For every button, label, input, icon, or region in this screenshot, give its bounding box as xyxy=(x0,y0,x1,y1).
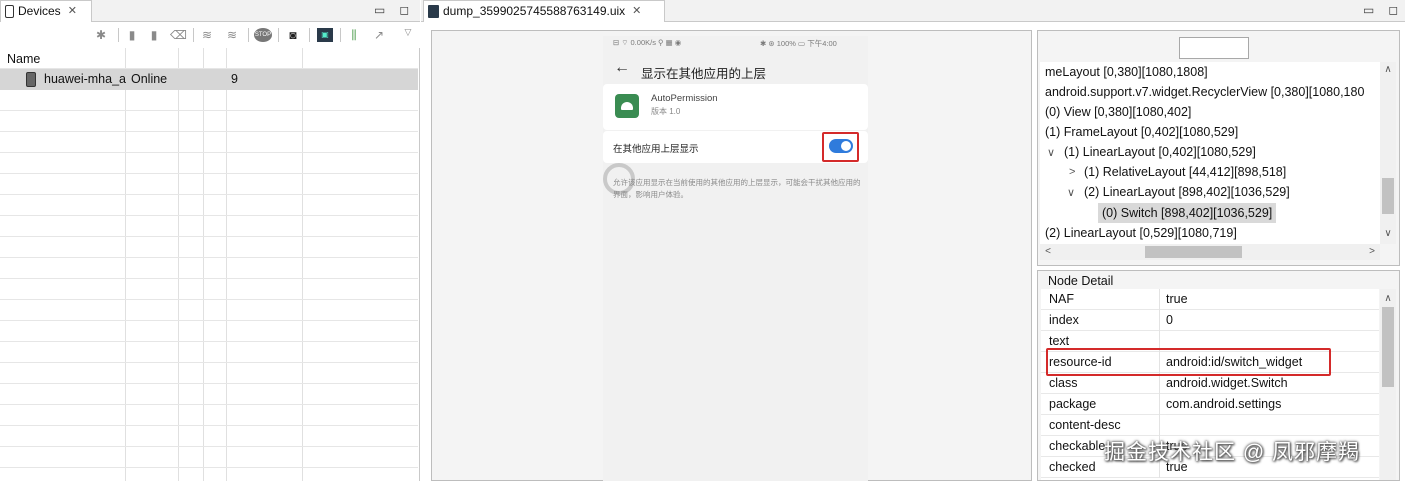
chevron-right-icon[interactable]: > xyxy=(1069,166,1075,178)
detail-key: checkable xyxy=(1049,439,1106,453)
detail-key: index xyxy=(1049,313,1079,327)
dump-view-hierarchy-icon[interactable]: ▣ xyxy=(317,28,333,42)
tree-node-selected[interactable]: (0) Switch [898,402][1036,529] xyxy=(1098,203,1277,223)
h-scroll-thumb[interactable] xyxy=(1145,246,1242,258)
devices-window-buttons: ▭ ◻ xyxy=(374,3,409,17)
device-name: huawei-mha_a xyxy=(44,72,126,86)
table-row[interactable]: class android.widget.Switch xyxy=(1041,373,1379,394)
table-row[interactable]: content-desc xyxy=(1041,415,1379,436)
heap-icon[interactable]: ▮ xyxy=(124,28,140,42)
table-row[interactable]: NAF true xyxy=(1041,289,1379,310)
scroll-thumb[interactable] xyxy=(1382,178,1394,214)
stop-process-icon[interactable]: STOP xyxy=(254,28,272,42)
detail-key: checked xyxy=(1049,460,1096,474)
view-menu-icon[interactable]: ▽ xyxy=(400,25,416,39)
devices-tab-icon xyxy=(5,5,14,18)
status-left: ⊟ ⌔ 0.00K/s ⚲ ▦ ◉ xyxy=(613,38,682,47)
status-right: ✱ ⊛ 100% ▭ 下午4:00 xyxy=(760,39,837,48)
detail-value: android.widget.Switch xyxy=(1166,376,1288,390)
watermark: 掘金技术社区 @ 凤邪摩羯 xyxy=(1104,441,1360,464)
dump-tab-label: dump_3599025745588763149.uix xyxy=(443,4,626,18)
dump-window-buttons: ▭ ◻ xyxy=(1363,3,1398,17)
column-header-name[interactable]: Name xyxy=(7,52,40,66)
minimize-icon[interactable]: ▭ xyxy=(374,3,385,17)
gc-icon[interactable]: ⌫ xyxy=(170,28,187,42)
close-icon[interactable]: ✕ xyxy=(68,4,77,17)
app-card: AutoPermission 版本 1.0 xyxy=(603,84,868,130)
scroll-down-icon[interactable]: ∨ xyxy=(1380,228,1396,239)
option-card: 在其他应用上层显示 xyxy=(603,131,868,163)
tree-node[interactable]: android.support.v7.widget.RecyclerView [… xyxy=(1045,82,1364,102)
devices-tab-label: Devices xyxy=(18,4,61,18)
phone-icon xyxy=(26,72,36,87)
device-status: Online xyxy=(131,72,168,86)
scroll-left-icon[interactable]: < xyxy=(1040,246,1056,257)
node-detail-title: Node Detail xyxy=(1048,274,1114,288)
option-label: 在其他应用上层显示 xyxy=(613,144,699,155)
dump-tab-icon xyxy=(428,5,439,18)
scroll-right-icon[interactable]: > xyxy=(1364,246,1380,257)
detail-key: package xyxy=(1049,397,1097,411)
detail-key: text xyxy=(1049,334,1070,348)
scroll-thumb[interactable] xyxy=(1382,307,1394,387)
dump-hprof-icon[interactable]: ▮ xyxy=(146,28,162,42)
tree-node[interactable]: (2) LinearLayout [0,529][1080,719] xyxy=(1045,223,1237,243)
opengl-trace-icon[interactable]: ↗ xyxy=(371,28,387,42)
screen-capture-icon[interactable]: ◙ xyxy=(285,28,301,42)
chevron-down-icon[interactable]: ∨ xyxy=(1067,186,1075,199)
minimize-icon[interactable]: ▭ xyxy=(1363,3,1374,17)
app-name: AutoPermission xyxy=(651,93,718,104)
method-profiling-icon[interactable]: ≋ xyxy=(224,28,240,42)
threads-icon[interactable]: ≋ xyxy=(199,28,215,42)
detail-key: content-desc xyxy=(1049,418,1121,432)
back-arrow-icon[interactable]: ← xyxy=(614,59,630,77)
systrace-icon[interactable]: ⫼ xyxy=(346,28,362,42)
tree-horizontal-scrollbar[interactable]: < > xyxy=(1040,244,1380,260)
tab-dump[interactable]: dump_3599025745588763149.uix ✕ xyxy=(423,0,665,22)
debug-icon[interactable]: ✱ xyxy=(93,28,109,42)
android-app-icon xyxy=(615,94,639,118)
tree-vertical-scrollbar[interactable]: ∧ ∨ xyxy=(1380,62,1396,244)
devices-toolbar: ✱ ▮ ▮ ⌫ ≋ ≋ STOP ◙ ▣ ⫼ ↗ ▽ xyxy=(0,22,420,48)
detail-key: NAF xyxy=(1049,292,1074,306)
tree-node[interactable]: (2) LinearLayout [898,402][1036,529] xyxy=(1084,182,1290,202)
phone-screenshot[interactable]: ⊟ ⌔ 0.00K/s ⚲ ▦ ◉ ✱ ⊛ 100% ▭ 下午4:00 ← 显示… xyxy=(603,36,868,481)
dump-editor: dump_3599025745588763149.uix ✕ ▭ ◻ ⊟ ⌔ 0… xyxy=(421,0,1405,481)
scroll-up-icon[interactable]: ∧ xyxy=(1380,293,1396,304)
tree-node[interactable]: (1) LinearLayout [0,402][1080,529] xyxy=(1064,142,1256,162)
tree-node[interactable]: meLayout [0,380][1080,1808] xyxy=(1045,62,1208,82)
table-row[interactable]: package com.android.settings xyxy=(1041,394,1379,415)
detail-value: com.android.settings xyxy=(1166,397,1282,411)
scroll-up-icon[interactable]: ∧ xyxy=(1380,64,1396,75)
tab-devices[interactable]: Devices ✕ xyxy=(0,0,92,22)
maximize-icon[interactable]: ◻ xyxy=(1388,3,1398,17)
table-row[interactable]: index 0 xyxy=(1041,310,1379,331)
page-title: 显示在其他应用的上层 xyxy=(641,67,767,81)
tree-node[interactable]: (1) FrameLayout [0,402][1080,529] xyxy=(1045,122,1238,142)
tree-node[interactable]: (0) View [0,380][1080,402] xyxy=(1045,102,1191,122)
hierarchy-tree-panel: meLayout [0,380][1080,1808] android.supp… xyxy=(1037,30,1400,266)
detail-value: 0 xyxy=(1166,313,1173,327)
dump-tabbar: dump_3599025745588763149.uix ✕ ▭ ◻ xyxy=(421,0,1405,22)
chevron-down-icon[interactable]: ∨ xyxy=(1047,146,1055,159)
switch-highlight-box xyxy=(822,132,859,162)
option-description: 允许该应用显示在当前使用的其他应用的上层显示，可能会干扰其他应用的界面，影响用户… xyxy=(613,178,861,199)
tree-search-input[interactable] xyxy=(1179,37,1249,59)
maximize-icon[interactable]: ◻ xyxy=(399,3,409,17)
resource-id-highlight-box xyxy=(1046,348,1331,376)
hierarchy-tree[interactable]: meLayout [0,380][1080,1808] android.supp… xyxy=(1040,62,1380,244)
device-count: 9 xyxy=(231,72,238,86)
detail-key: class xyxy=(1049,376,1078,390)
devices-tabbar: Devices ✕ ▭ ◻ xyxy=(0,0,420,22)
devices-panel: Devices ✕ ▭ ◻ ✱ ▮ ▮ ⌫ ≋ ≋ STOP ◙ ▣ ⫼ ↗ ▽ xyxy=(0,0,420,481)
detail-value: true xyxy=(1166,292,1188,306)
app-version: 版本 1.0 xyxy=(651,107,681,116)
close-icon[interactable]: ✕ xyxy=(632,4,641,17)
tree-node[interactable]: (1) RelativeLayout [44,412][898,518] xyxy=(1084,162,1286,182)
detail-vertical-scrollbar[interactable]: ∧ xyxy=(1380,289,1396,480)
